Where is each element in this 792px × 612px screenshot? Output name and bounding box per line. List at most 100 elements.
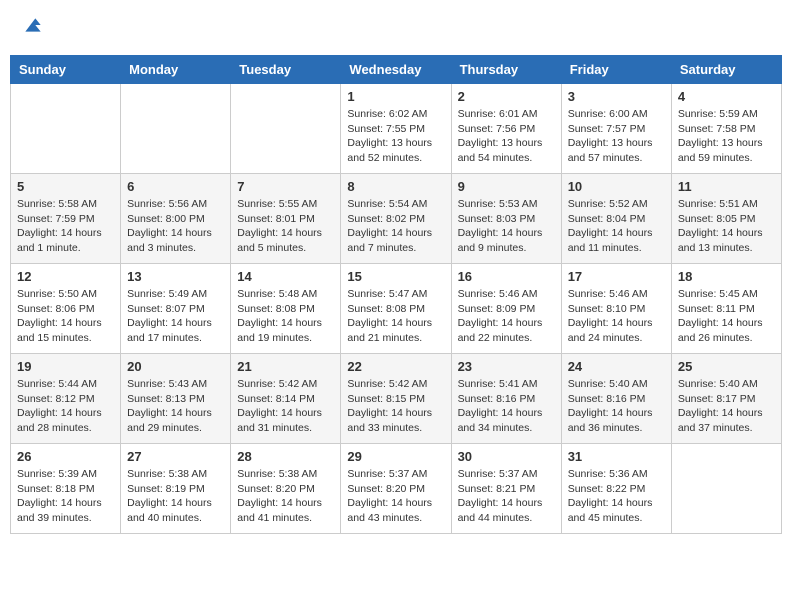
calendar-cell: 2 Sunrise: 6:01 AM Sunset: 7:56 PM Daylig… [451,84,561,174]
calendar-cell: 9 Sunrise: 5:53 AM Sunset: 8:03 PM Daylig… [451,174,561,264]
day-number: 20 [127,359,224,374]
calendar-cell: 3 Sunrise: 6:00 AM Sunset: 7:57 PM Daylig… [561,84,671,174]
calendar-cell: 12 Sunrise: 5:50 AM Sunset: 8:06 PM Dayli… [11,264,121,354]
calendar-cell: 14 Sunrise: 5:48 AM Sunset: 8:08 PM Dayli… [231,264,341,354]
day-number: 27 [127,449,224,464]
day-number: 10 [568,179,665,194]
calendar-cell: 19 Sunrise: 5:44 AM Sunset: 8:12 PM Dayli… [11,354,121,444]
day-number: 21 [237,359,334,374]
day-info: Sunrise: 5:41 AM Sunset: 8:16 PM Dayligh… [458,377,555,436]
day-number: 18 [678,269,775,284]
day-info: Sunrise: 5:45 AM Sunset: 8:11 PM Dayligh… [678,287,775,346]
day-info: Sunrise: 5:52 AM Sunset: 8:04 PM Dayligh… [568,197,665,256]
day-info: Sunrise: 6:02 AM Sunset: 7:55 PM Dayligh… [347,107,444,166]
day-info: Sunrise: 5:42 AM Sunset: 8:14 PM Dayligh… [237,377,334,436]
calendar-cell [11,84,121,174]
day-info: Sunrise: 5:49 AM Sunset: 8:07 PM Dayligh… [127,287,224,346]
day-number: 17 [568,269,665,284]
weekday-header: Wednesday [341,56,451,84]
weekday-header: Thursday [451,56,561,84]
day-info: Sunrise: 5:44 AM Sunset: 8:12 PM Dayligh… [17,377,114,436]
day-number: 31 [568,449,665,464]
calendar-cell: 29 Sunrise: 5:37 AM Sunset: 8:20 PM Dayli… [341,444,451,534]
day-number: 7 [237,179,334,194]
calendar-cell: 22 Sunrise: 5:42 AM Sunset: 8:15 PM Dayli… [341,354,451,444]
calendar-header: SundayMondayTuesdayWednesdayThursdayFrid… [11,56,782,84]
day-number: 9 [458,179,555,194]
calendar-cell: 25Sunrise: 5:40 AM Sunset: 8:17 PM Dayli… [671,354,781,444]
weekday-header: Saturday [671,56,781,84]
calendar-cell: 5 Sunrise: 5:58 AM Sunset: 7:59 PM Daylig… [11,174,121,264]
day-number: 6 [127,179,224,194]
calendar-cell: 26Sunrise: 5:39 AM Sunset: 8:18 PM Dayli… [11,444,121,534]
day-info: Sunrise: 5:56 AM Sunset: 8:00 PM Dayligh… [127,197,224,256]
day-number: 29 [347,449,444,464]
calendar-cell: 15 Sunrise: 5:47 AM Sunset: 8:08 PM Dayli… [341,264,451,354]
weekday-header: Sunday [11,56,121,84]
calendar-cell: 20 Sunrise: 5:43 AM Sunset: 8:13 PM Dayli… [121,354,231,444]
day-info: Sunrise: 5:40 AM Sunset: 8:16 PM Dayligh… [568,377,665,436]
calendar-cell: 10 Sunrise: 5:52 AM Sunset: 8:04 PM Dayli… [561,174,671,264]
day-number: 22 [347,359,444,374]
day-info: Sunrise: 5:50 AM Sunset: 8:06 PM Dayligh… [17,287,114,346]
day-info: Sunrise: 5:43 AM Sunset: 8:13 PM Dayligh… [127,377,224,436]
calendar-cell: 8Sunrise: 5:54 AM Sunset: 8:02 PM Daylig… [341,174,451,264]
day-info: Sunrise: 5:47 AM Sunset: 8:08 PM Dayligh… [347,287,444,346]
calendar-week-row: 1Sunrise: 6:02 AM Sunset: 7:55 PM Daylig… [11,84,782,174]
calendar-table: SundayMondayTuesdayWednesdayThursdayFrid… [10,55,782,534]
calendar-cell: 21 Sunrise: 5:42 AM Sunset: 8:14 PM Dayli… [231,354,341,444]
day-info: Sunrise: 5:55 AM Sunset: 8:01 PM Dayligh… [237,197,334,256]
day-info: Sunrise: 5:48 AM Sunset: 8:08 PM Dayligh… [237,287,334,346]
day-info: Sunrise: 6:01 AM Sunset: 7:56 PM Dayligh… [458,107,555,166]
weekday-header: Tuesday [231,56,341,84]
day-number: 4 [678,89,775,104]
day-info: Sunrise: 5:39 AM Sunset: 8:18 PM Dayligh… [17,467,114,526]
calendar-cell: 7 Sunrise: 5:55 AM Sunset: 8:01 PM Daylig… [231,174,341,264]
day-number: 14 [237,269,334,284]
calendar-cell: 27 Sunrise: 5:38 AM Sunset: 8:19 PM Dayli… [121,444,231,534]
calendar-week-row: 5 Sunrise: 5:58 AM Sunset: 7:59 PM Daylig… [11,174,782,264]
calendar-cell: 30Sunrise: 5:37 AM Sunset: 8:21 PM Dayli… [451,444,561,534]
calendar-cell: 18 Sunrise: 5:45 AM Sunset: 8:11 PM Dayli… [671,264,781,354]
calendar-body: 1Sunrise: 6:02 AM Sunset: 7:55 PM Daylig… [11,84,782,534]
day-info: Sunrise: 5:53 AM Sunset: 8:03 PM Dayligh… [458,197,555,256]
calendar-cell [231,84,341,174]
calendar-cell: 23 Sunrise: 5:41 AM Sunset: 8:16 PM Dayli… [451,354,561,444]
calendar-cell: 6 Sunrise: 5:56 AM Sunset: 8:00 PM Daylig… [121,174,231,264]
day-info: Sunrise: 5:37 AM Sunset: 8:20 PM Dayligh… [347,467,444,526]
day-number: 12 [17,269,114,284]
day-info: Sunrise: 5:40 AM Sunset: 8:17 PM Dayligh… [678,377,775,436]
day-info: Sunrise: 5:46 AM Sunset: 8:10 PM Dayligh… [568,287,665,346]
day-number: 3 [568,89,665,104]
day-info: Sunrise: 5:36 AM Sunset: 8:22 PM Dayligh… [568,467,665,526]
calendar-week-row: 26Sunrise: 5:39 AM Sunset: 8:18 PM Dayli… [11,444,782,534]
day-info: Sunrise: 5:38 AM Sunset: 8:20 PM Dayligh… [237,467,334,526]
calendar-cell: 31 Sunrise: 5:36 AM Sunset: 8:22 PM Dayli… [561,444,671,534]
day-number: 19 [17,359,114,374]
header [10,10,782,45]
calendar-cell: 28 Sunrise: 5:38 AM Sunset: 8:20 PM Dayli… [231,444,341,534]
calendar-week-row: 12 Sunrise: 5:50 AM Sunset: 8:06 PM Dayli… [11,264,782,354]
day-info: Sunrise: 5:38 AM Sunset: 8:19 PM Dayligh… [127,467,224,526]
day-number: 24 [568,359,665,374]
logo [20,15,42,40]
weekday-header: Monday [121,56,231,84]
calendar-cell: 4Sunrise: 5:59 AM Sunset: 7:58 PM Daylig… [671,84,781,174]
day-number: 5 [17,179,114,194]
calendar-cell: 11Sunrise: 5:51 AM Sunset: 8:05 PM Dayli… [671,174,781,264]
calendar-cell: 13Sunrise: 5:49 AM Sunset: 8:07 PM Dayli… [121,264,231,354]
day-info: Sunrise: 5:42 AM Sunset: 8:15 PM Dayligh… [347,377,444,436]
day-info: Sunrise: 5:51 AM Sunset: 8:05 PM Dayligh… [678,197,775,256]
day-number: 23 [458,359,555,374]
calendar-cell: 17 Sunrise: 5:46 AM Sunset: 8:10 PM Dayli… [561,264,671,354]
day-info: Sunrise: 5:58 AM Sunset: 7:59 PM Dayligh… [17,197,114,256]
calendar-cell [671,444,781,534]
day-number: 2 [458,89,555,104]
calendar-week-row: 19 Sunrise: 5:44 AM Sunset: 8:12 PM Dayli… [11,354,782,444]
header-row: SundayMondayTuesdayWednesdayThursdayFrid… [11,56,782,84]
day-info: Sunrise: 6:00 AM Sunset: 7:57 PM Dayligh… [568,107,665,166]
calendar-cell [121,84,231,174]
day-info: Sunrise: 5:46 AM Sunset: 8:09 PM Dayligh… [458,287,555,346]
day-number: 15 [347,269,444,284]
day-number: 28 [237,449,334,464]
